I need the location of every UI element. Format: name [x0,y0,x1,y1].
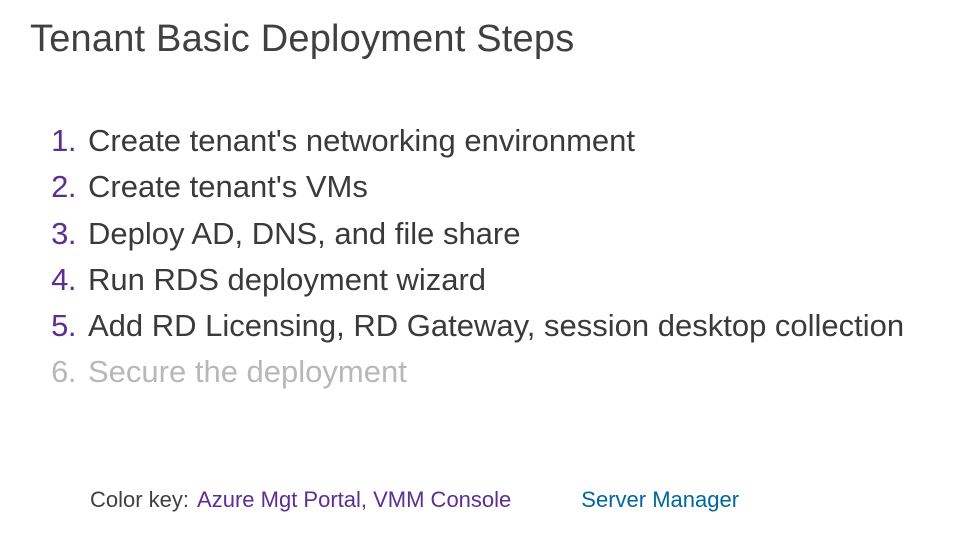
page-title: Tenant Basic Deployment Steps [30,18,949,61]
step-number: 3. [48,214,88,254]
step-text: Secure the deployment [88,352,949,392]
step-number: 4. [48,260,88,300]
legend-purple-text: Azure Mgt Portal, VMM Console [197,487,511,513]
step-text: Create tenant's VMs [88,167,949,207]
legend-label: Color key: [90,487,189,513]
steps-list: 1. Create tenant's networking environmen… [30,121,949,393]
step-text: Run RDS deployment wizard [88,260,949,300]
step-item: 2. Create tenant's VMs [48,167,949,207]
color-key-legend: Color key: Azure Mgt Portal, VMM Console… [90,487,739,513]
step-item: 1. Create tenant's networking environmen… [48,121,949,161]
legend-group-purple: Color key: Azure Mgt Portal, VMM Console [90,487,511,513]
step-number: 1. [48,121,88,161]
step-item: 5. Add RD Licensing, RD Gateway, session… [48,306,949,346]
step-item: 4. Run RDS deployment wizard [48,260,949,300]
step-text: Deploy AD, DNS, and file share [88,214,949,254]
step-item: 6. Secure the deployment [48,352,949,392]
legend-blue-text: Server Manager [581,487,739,513]
step-item: 3. Deploy AD, DNS, and file share [48,214,949,254]
step-number: 2. [48,167,88,207]
step-text: Add RD Licensing, RD Gateway, session de… [88,306,949,346]
step-number: 6. [48,352,88,392]
step-number: 5. [48,306,88,346]
step-text: Create tenant's networking environment [88,121,949,161]
